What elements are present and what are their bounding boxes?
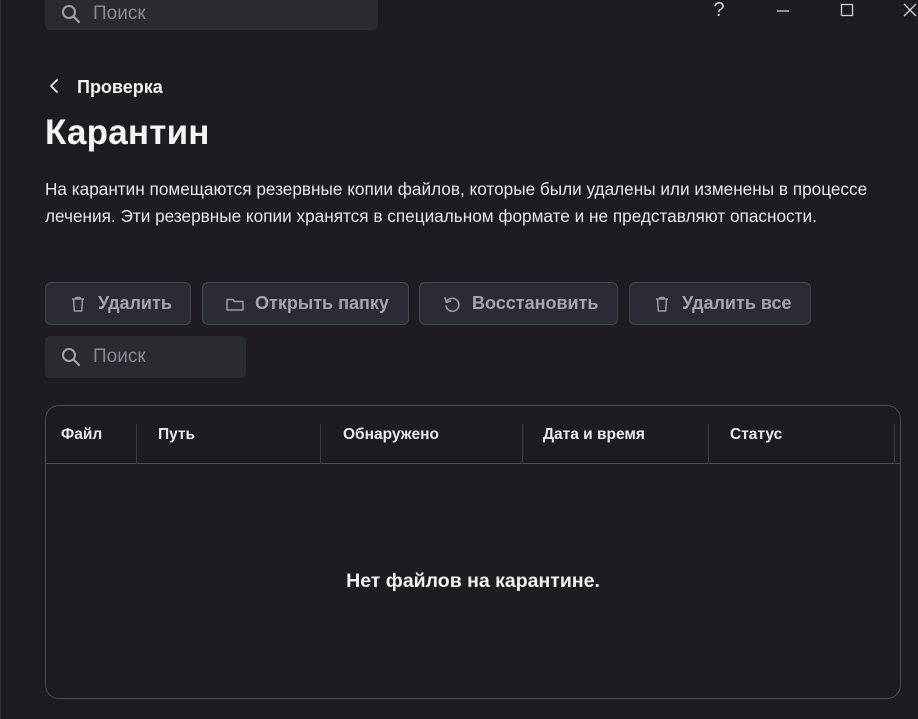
delete-button-label: Удалить bbox=[98, 293, 172, 313]
folder-icon bbox=[225, 294, 245, 314]
trash-icon bbox=[652, 294, 672, 314]
trash-icon bbox=[68, 294, 88, 314]
search-icon bbox=[61, 4, 81, 24]
delete-button[interactable]: Удалить bbox=[45, 282, 191, 325]
quarantine-search-input[interactable]: Поиск bbox=[45, 336, 246, 378]
quarantine-window: Поиск ? Проверка Карантин На карантин по… bbox=[0, 0, 918, 719]
column-header-status[interactable]: Статус bbox=[730, 406, 782, 464]
table-header: Файл Путь Обнаружено Дата и время Статус bbox=[46, 406, 900, 464]
chevron-left-icon[interactable] bbox=[45, 77, 65, 97]
column-header-detected[interactable]: Обнаружено bbox=[343, 406, 439, 464]
column-divider[interactable] bbox=[894, 424, 895, 464]
open-folder-button-label: Открыть папку bbox=[255, 293, 389, 313]
restore-button-label: Восстановить bbox=[472, 293, 599, 313]
delete-all-button[interactable]: Удалить все bbox=[629, 282, 811, 325]
column-divider[interactable] bbox=[320, 424, 321, 464]
empty-table-message: Нет файлов на карантине. bbox=[346, 569, 600, 592]
column-divider[interactable] bbox=[136, 424, 137, 464]
page-description: На карантин помещаются резервные копии ф… bbox=[45, 179, 868, 226]
close-icon bbox=[903, 3, 917, 17]
help-button[interactable]: ? bbox=[709, 0, 729, 22]
column-divider[interactable] bbox=[708, 424, 709, 464]
maximize-button[interactable] bbox=[837, 0, 857, 20]
breadcrumb-label[interactable]: Проверка bbox=[77, 77, 163, 98]
quarantine-search-placeholder: Поиск bbox=[93, 346, 146, 367]
column-header-path[interactable]: Путь bbox=[158, 406, 195, 464]
minimize-icon bbox=[777, 10, 789, 12]
minimize-button[interactable] bbox=[773, 0, 793, 20]
top-search-input[interactable]: Поиск bbox=[45, 0, 378, 30]
page-title: Карантин bbox=[45, 113, 210, 152]
maximize-icon bbox=[840, 3, 854, 17]
open-folder-button[interactable]: Открыть папку bbox=[202, 282, 409, 325]
top-search-placeholder: Поиск bbox=[93, 3, 146, 24]
help-label: ? bbox=[713, 0, 725, 21]
column-header-file[interactable]: Файл bbox=[61, 406, 102, 464]
column-divider[interactable] bbox=[522, 424, 523, 464]
breadcrumb[interactable]: Проверка bbox=[45, 76, 163, 98]
quarantine-table: Файл Путь Обнаружено Дата и время Статус… bbox=[45, 405, 901, 699]
delete-all-button-label: Удалить все bbox=[682, 293, 792, 313]
column-header-datetime[interactable]: Дата и время bbox=[543, 406, 645, 464]
close-button[interactable] bbox=[899, 0, 918, 20]
restore-button[interactable]: Восстановить bbox=[419, 282, 618, 325]
search-icon bbox=[61, 347, 81, 367]
restore-icon bbox=[442, 294, 462, 314]
